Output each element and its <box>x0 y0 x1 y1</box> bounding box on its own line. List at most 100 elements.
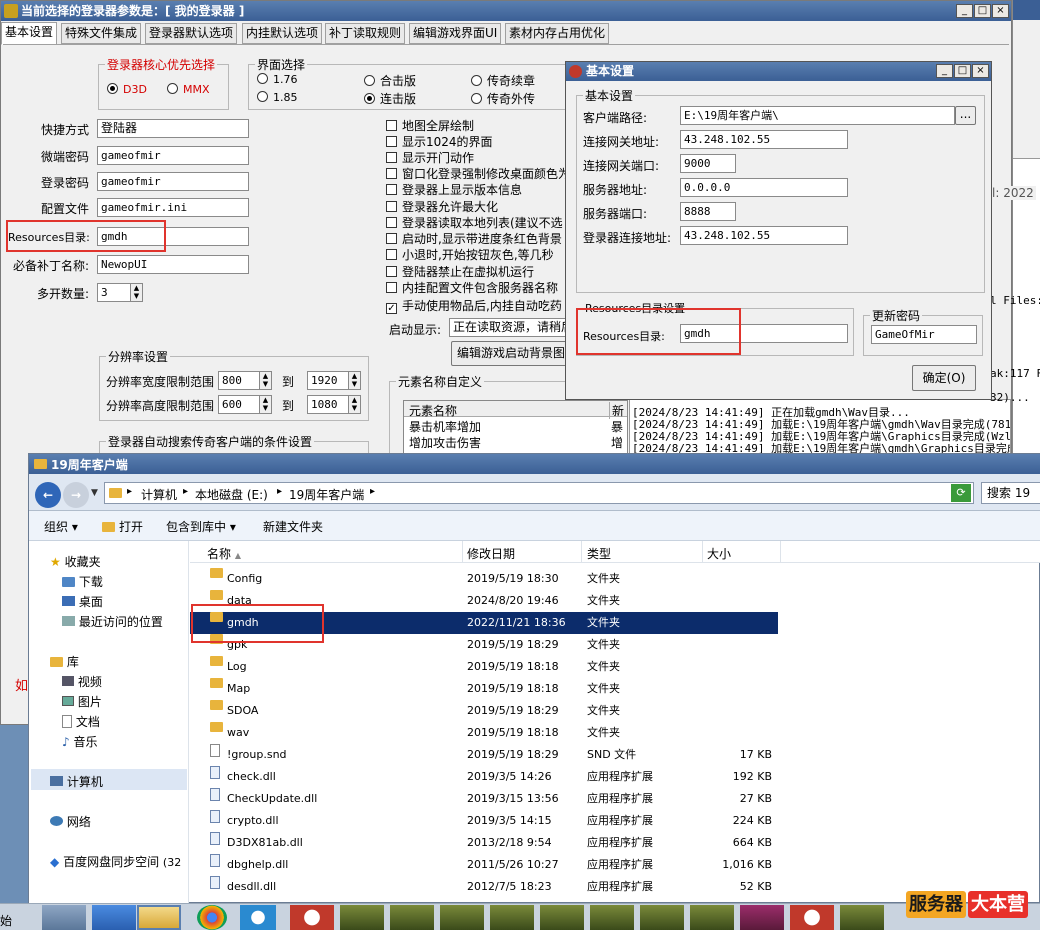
gateway-port-input[interactable]: 9000 <box>680 154 736 173</box>
check-door-anim[interactable]: 显示开门动作 <box>386 149 474 166</box>
taskbar-game-icon[interactable] <box>590 905 634 930</box>
radio-ui-176[interactable]: 1.76 <box>257 73 298 86</box>
radio-ui-chain[interactable]: 连击版 <box>364 90 416 107</box>
column-divider[interactable] <box>702 541 703 563</box>
server-addr-input[interactable]: 0.0.0.0 <box>680 178 848 197</box>
main-title-bar[interactable]: 当前选择的登录器参数是：[ 我的登录器 ] <box>1 1 1011 21</box>
check-server-name[interactable]: 内挂配置文件包含服务器名称 <box>386 279 558 296</box>
search-box[interactable]: 搜索 19 <box>981 482 1040 504</box>
table-row[interactable]: D3DX81ab.dll 2013/2/18 9:54 应用程序扩展 664 KB <box>190 832 778 854</box>
taskbar-archive-icon[interactable] <box>740 905 784 930</box>
patch-name-input[interactable]: NewopUI <box>97 255 249 274</box>
micro-pwd-input[interactable]: gameofmir <box>97 146 249 165</box>
tab-patch-rules[interactable]: 补丁读取规则 <box>325 23 406 44</box>
res-width-min-spin[interactable]: ▲ ▼ <box>259 371 272 390</box>
nav-computer[interactable]: 计算机 <box>50 773 103 790</box>
breadcrumb-folder[interactable]: 19周年客户端 <box>289 486 364 503</box>
check-version-info[interactable]: 登录器上显示版本信息 <box>386 181 522 198</box>
taskbar-server-manager-icon[interactable] <box>42 905 86 930</box>
taskbar-explorer-icon[interactable] <box>137 905 181 930</box>
nav-libraries[interactable]: 库 <box>50 653 79 670</box>
new-folder-button[interactable]: 新建文件夹 <box>263 518 323 535</box>
taskbar-game-icon[interactable] <box>840 905 884 930</box>
config-file-input[interactable]: gameofmir.ini <box>97 198 249 217</box>
dialog-maximize-button[interactable]: □ <box>954 64 971 78</box>
dialog-minimize-button[interactable]: _ <box>936 64 953 78</box>
tab-basic[interactable]: 基本设置 <box>1 22 58 45</box>
nav-recent[interactable]: 最近访问的位置 <box>62 613 163 630</box>
check-allow-maximize[interactable]: 登录器允许最大化 <box>386 198 498 215</box>
open-button[interactable]: 打开 <box>102 518 143 535</box>
res-width-max[interactable]: 1920 <box>307 371 349 390</box>
multi-open-input[interactable]: 3 <box>97 283 131 302</box>
table-row[interactable]: Map 2019/5/19 18:18 文件夹 <box>190 678 778 700</box>
check-auto-potion[interactable]: ✓ 手动使用物品后,内挂自动吃药 <box>386 297 562 314</box>
column-type[interactable]: 类型 <box>587 545 611 562</box>
shortcut-input[interactable]: 登陆器 <box>97 119 249 138</box>
maximize-button[interactable]: □ <box>974 4 991 18</box>
tab-launcher-defaults[interactable]: 登录器默认选项 <box>145 23 238 44</box>
res-width-max-spin[interactable]: ▲ ▼ <box>348 371 361 390</box>
taskbar-powershell-icon[interactable] <box>92 905 136 930</box>
startup-display-input[interactable]: 正在读取资源，请稍后 <box>449 318 571 337</box>
nav-baidu[interactable]: ◆ 百度网盘同步空间 (32 <box>50 853 181 870</box>
table-row[interactable]: crypto.dll 2019/3/5 14:15 应用程序扩展 224 KB <box>190 810 778 832</box>
taskbar-launcher-icon[interactable] <box>790 905 834 930</box>
radio-d3d[interactable]: D3D <box>107 83 147 96</box>
taskbar-app-icon[interactable] <box>240 905 276 930</box>
nav-network[interactable]: 网络 <box>50 813 91 830</box>
taskbar-game-icon[interactable] <box>440 905 484 930</box>
edit-background-button[interactable]: 编辑游戏启动背景图 <box>451 341 571 366</box>
radio-ui-combo[interactable]: 合击版 <box>364 72 416 89</box>
taskbar-game-icon[interactable] <box>540 905 584 930</box>
tab-plugin-defaults[interactable]: 内挂默认选项 <box>242 23 323 44</box>
tab-special-files[interactable]: 特殊文件集成 <box>61 23 142 44</box>
res-height-min[interactable]: 600 <box>218 395 260 414</box>
tab-edit-ui[interactable]: 编辑游戏界面UI <box>409 23 502 44</box>
column-divider[interactable] <box>462 541 463 563</box>
nav-desktop[interactable]: 桌面 <box>62 593 103 610</box>
element-names-list[interactable]: 元素名称 新 暴击机率增加 暴 增加攻击伤害 增 <box>403 400 628 460</box>
include-library-button[interactable]: 包含到库中 ▾ <box>166 518 236 535</box>
taskbar-game-icon[interactable] <box>390 905 434 930</box>
organize-button[interactable]: 组织 ▾ <box>44 518 78 535</box>
history-dropdown-icon[interactable]: ▼ <box>91 488 98 498</box>
table-row[interactable]: !group.snd 2019/5/19 18:29 SND 文件 17 KB <box>190 744 778 766</box>
radio-ui-185[interactable]: 1.85 <box>257 91 298 104</box>
check-start-grey[interactable]: 小退时,开始按钮灰色,等几秒 <box>386 246 554 263</box>
taskbar-game-icon[interactable] <box>490 905 534 930</box>
taskbar-launcher-icon[interactable] <box>290 905 334 930</box>
radio-ui-sequel[interactable]: 传奇续章 <box>471 72 535 89</box>
nav-pictures[interactable]: 图片 <box>62 693 102 710</box>
column-date[interactable]: 修改日期 <box>467 545 515 562</box>
breadcrumb-computer[interactable]: 计算机 <box>141 486 177 503</box>
back-button[interactable]: ← <box>35 482 61 508</box>
nav-music[interactable]: ♪ 音乐 <box>62 733 98 750</box>
dialog-title-bar[interactable]: 基本设置 <box>566 62 991 81</box>
taskbar-chrome-icon[interactable] <box>197 905 227 930</box>
update-pwd-input[interactable]: GameOfMir <box>871 325 977 344</box>
ok-button[interactable]: 确定(O) <box>912 365 976 391</box>
server-port-input[interactable]: 8888 <box>680 202 736 221</box>
nav-videos[interactable]: 视频 <box>62 673 102 690</box>
gateway-addr-input[interactable]: 43.248.102.55 <box>680 130 848 149</box>
table-row[interactable]: SDOA 2019/5/19 18:29 文件夹 <box>190 700 778 722</box>
table-row[interactable]: Config 2019/5/19 18:30 文件夹 <box>190 568 778 590</box>
res-height-max-spin[interactable]: ▲ ▼ <box>348 395 361 414</box>
taskbar-game-icon[interactable] <box>690 905 734 930</box>
check-red-progress[interactable]: 启动时,显示带进度条红色背景 <box>386 230 562 247</box>
column-divider[interactable] <box>780 541 781 563</box>
nav-favorites[interactable]: ★ 收藏夹 <box>50 553 101 570</box>
column-divider[interactable] <box>581 541 582 563</box>
column-size[interactable]: 大小 <box>707 545 731 562</box>
table-row[interactable]: Log 2019/5/19 18:18 文件夹 <box>190 656 778 678</box>
nav-documents[interactable]: 文档 <box>62 713 100 730</box>
table-row[interactable]: check.dll 2019/3/5 14:26 应用程序扩展 192 KB <box>190 766 778 788</box>
check-no-vm[interactable]: 登陆器禁止在虚拟机运行 <box>386 263 534 280</box>
taskbar-game-icon[interactable] <box>640 905 684 930</box>
check-1024-ui[interactable]: 显示1024的界面 <box>386 133 493 150</box>
login-pwd-input[interactable]: gameofmir <box>97 172 249 191</box>
table-row[interactable]: desdll.dll 2012/7/5 18:23 应用程序扩展 52 KB <box>190 876 778 898</box>
res-height-min-spin[interactable]: ▲ ▼ <box>259 395 272 414</box>
column-name[interactable]: 名称 ▲ <box>207 545 241 562</box>
